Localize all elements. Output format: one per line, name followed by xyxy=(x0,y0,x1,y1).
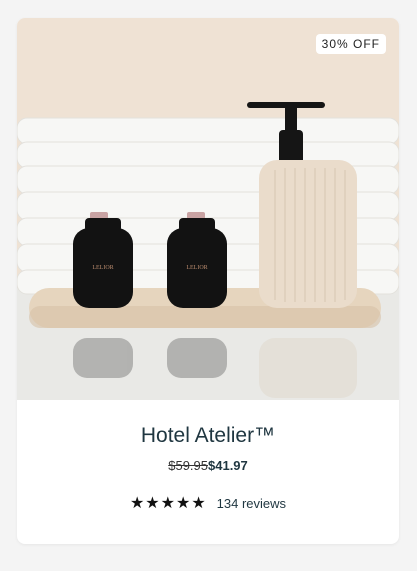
original-price: $59.95 xyxy=(168,458,208,473)
reviews-link[interactable]: 134 reviews xyxy=(217,496,286,511)
bottle-label-right: LELIOR xyxy=(186,265,207,271)
rating-row[interactable]: ★★★★★ 134 reviews xyxy=(17,493,399,513)
product-card[interactable]: LELIOR LELIOR 30% OFF Hotel Atelier™ $59… xyxy=(17,18,399,544)
product-title[interactable]: Hotel Atelier™ xyxy=(17,424,399,448)
bottle-label-left: LELIOR xyxy=(92,265,113,271)
discount-badge: 30% OFF xyxy=(315,34,386,54)
price-row: $59.95$41.97 xyxy=(17,458,399,473)
star-rating-icon: ★★★★★ xyxy=(129,495,207,512)
product-image[interactable]: LELIOR LELIOR 30% OFF xyxy=(17,18,399,400)
sale-price: $41.97 xyxy=(208,458,248,473)
